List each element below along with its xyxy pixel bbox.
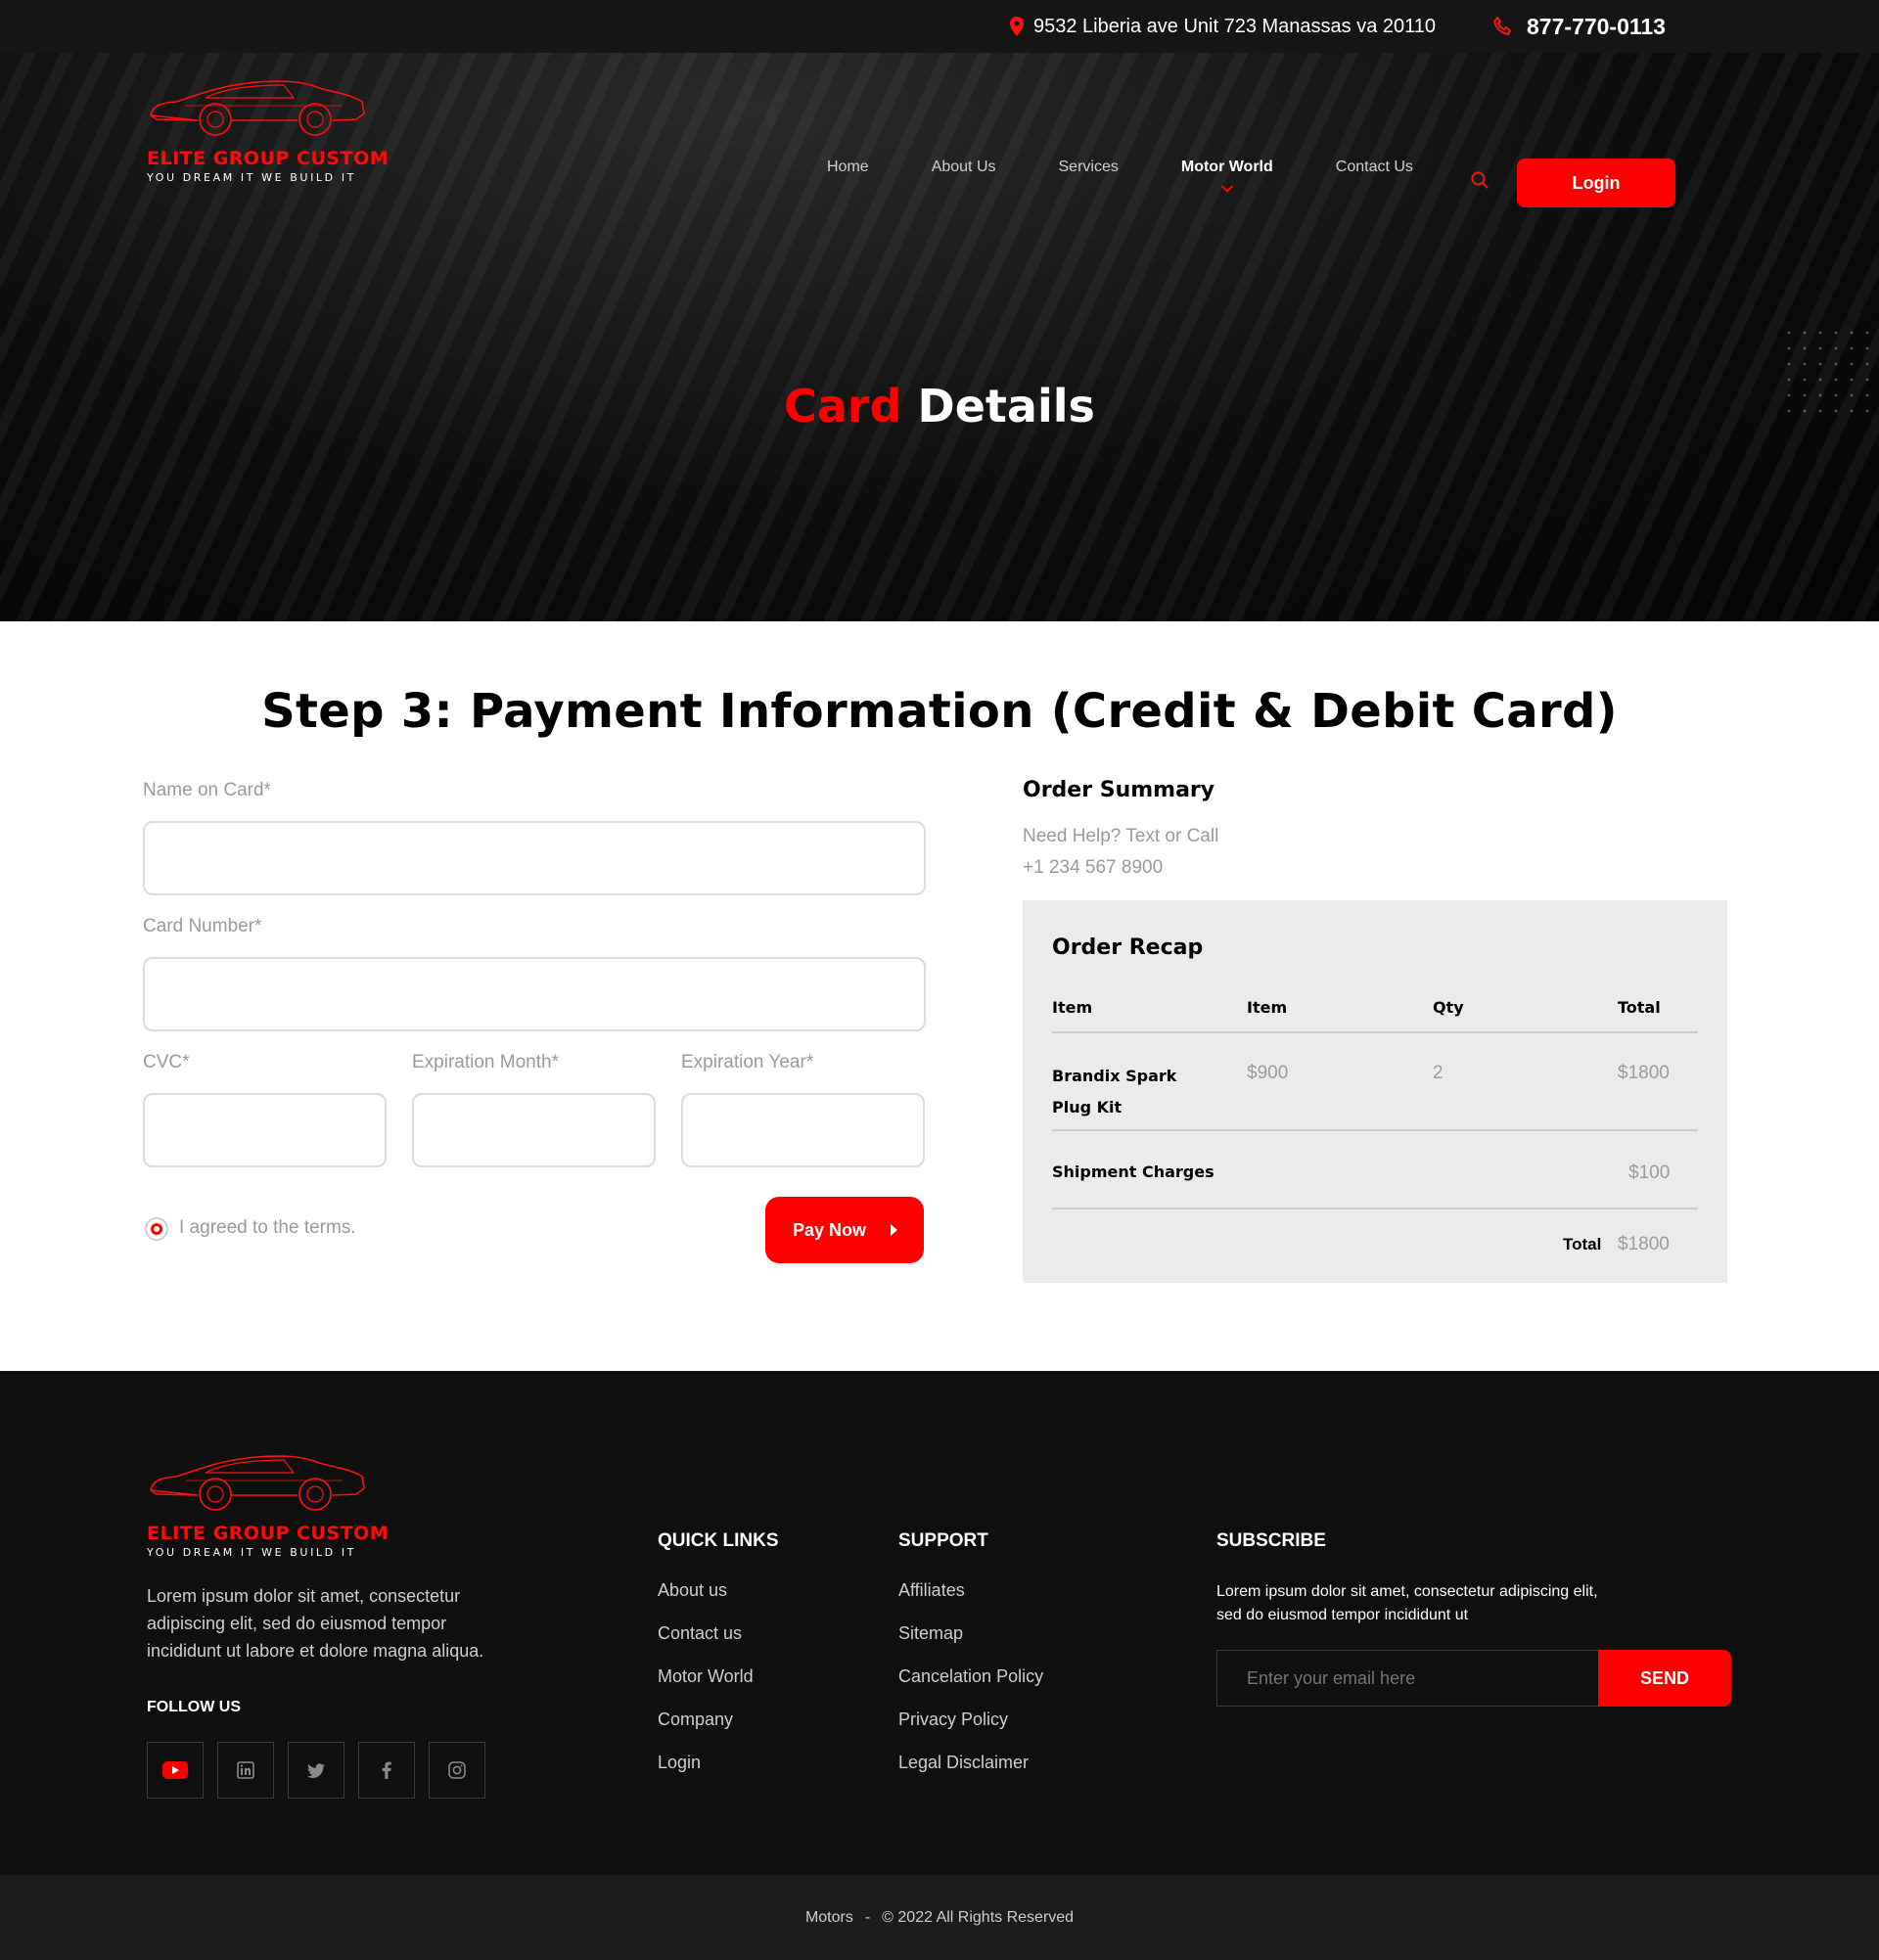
footer-link-sitemap[interactable]: Sitemap <box>898 1623 1043 1666</box>
footer-link-motor-world[interactable]: Motor World <box>658 1666 754 1709</box>
column-header-qty: Qty <box>1433 998 1464 1017</box>
copyright-separator: - <box>864 1908 871 1926</box>
column-header-price: Item <box>1247 998 1288 1017</box>
name-on-card-input[interactable] <box>143 821 926 895</box>
nav-about-us[interactable]: About Us <box>932 159 996 176</box>
footer: ELITE GROUP CUSTOM YOU DREAM IT WE BUILD… <box>0 1371 1879 1875</box>
card-number-input[interactable] <box>143 957 926 1031</box>
expiration-year-label: Expiration Year* <box>681 1052 814 1072</box>
terms-radio[interactable] <box>145 1217 168 1241</box>
caret-right-icon <box>891 1224 897 1236</box>
footer-link-privacy-policy[interactable]: Privacy Policy <box>898 1709 1043 1753</box>
divider <box>1052 1208 1698 1209</box>
instagram-icon[interactable] <box>429 1742 485 1799</box>
divider <box>1052 1129 1698 1131</box>
nav-services[interactable]: Services <box>1059 159 1119 176</box>
shipment-label: Shipment Charges <box>1052 1162 1214 1181</box>
twitter-icon[interactable] <box>288 1742 344 1799</box>
footer-link-affiliates[interactable]: Affiliates <box>898 1580 1043 1623</box>
total-label: Total <box>1563 1235 1602 1253</box>
car-logo-icon <box>150 1455 365 1511</box>
product-name: Brandix Spark Plug Kit <box>1052 1061 1176 1123</box>
product-name-line2: Plug Kit <box>1052 1098 1123 1117</box>
nav-contact-us[interactable]: Contact Us <box>1336 159 1413 176</box>
follow-us-heading: FOLLOW US <box>147 1699 241 1715</box>
page-title-highlight: Card <box>784 380 902 433</box>
send-button[interactable]: SEND <box>1598 1650 1731 1707</box>
order-recap-panel: Order Recap Item Item Qty Total Brandix … <box>1023 900 1727 1283</box>
cvc-label: CVC* <box>143 1052 190 1072</box>
logo-brand-text: ELITE GROUP CUSTOM <box>147 148 390 169</box>
site-logo[interactable]: ELITE GROUP CUSTOM YOU DREAM IT WE BUILD… <box>147 76 390 184</box>
footer-link-login[interactable]: Login <box>658 1753 754 1796</box>
divider <box>1052 1031 1698 1033</box>
linkedin-icon[interactable] <box>217 1742 274 1799</box>
product-price: $900 <box>1247 1063 1289 1083</box>
facebook-icon[interactable] <box>358 1742 415 1799</box>
logo-tagline: YOU DREAM IT WE BUILD IT <box>147 1546 356 1559</box>
terms-label: I agreed to the terms. <box>179 1217 356 1238</box>
address-text: 9532 Liberia ave Unit 723 Manassas va 20… <box>1033 15 1437 37</box>
help-line: Need Help? Text or Call <box>1023 826 1219 846</box>
product-name-line1: Brandix Spark <box>1052 1067 1177 1085</box>
pay-now-label: Pay Now <box>793 1220 867 1240</box>
top-bar: 9532 Liberia ave Unit 723 Manassas va 20… <box>0 0 1879 53</box>
step-title: Step 3: Payment Information (Credit & De… <box>261 684 1618 739</box>
location-pin-icon <box>1010 17 1024 36</box>
subscribe-heading: SUBSCRIBE <box>1216 1530 1326 1551</box>
phone-number[interactable]: 877-770-0113 <box>1527 14 1666 40</box>
youtube-icon[interactable] <box>147 1742 204 1799</box>
name-on-card-label: Name on Card* <box>143 780 271 800</box>
social-links <box>147 1742 485 1799</box>
quick-links-heading: QUICK LINKS <box>658 1530 779 1551</box>
copyright-bar: Motors - © 2022 All Rights Reserved <box>0 1875 1879 1960</box>
footer-link-cancelation-policy[interactable]: Cancelation Policy <box>898 1666 1043 1709</box>
quick-links-list: About us Contact us Motor World Company … <box>658 1580 754 1796</box>
subscribe-description: Lorem ipsum dolor sit amet, consectetur … <box>1216 1583 1598 1623</box>
hero-banner: ELITE GROUP CUSTOM YOU DREAM IT WE BUILD… <box>0 53 1879 621</box>
address-block: 9532 Liberia ave Unit 723 Manassas va 20… <box>1010 0 1436 53</box>
cvc-input[interactable] <box>143 1093 387 1167</box>
shipment-value: $100 <box>1628 1162 1671 1183</box>
page-title-rest: Details <box>917 380 1095 433</box>
expiration-year-input[interactable] <box>681 1093 925 1167</box>
footer-description: Lorem ipsum dolor sit amet, consectetur … <box>147 1586 484 1661</box>
phone-icon <box>1493 17 1513 36</box>
payment-section: Step 3: Payment Information (Credit & De… <box>0 621 1879 1371</box>
order-recap-title: Order Recap <box>1052 935 1204 960</box>
support-heading: SUPPORT <box>898 1530 988 1551</box>
total-value: $1800 <box>1618 1234 1670 1254</box>
product-qty: 2 <box>1433 1063 1444 1083</box>
search-icon[interactable] <box>1471 171 1489 194</box>
card-number-label: Card Number* <box>143 916 262 936</box>
help-phone[interactable]: +1 234 567 8900 <box>1023 852 1218 884</box>
footer-link-contact-us[interactable]: Contact us <box>658 1623 754 1666</box>
help-text: Need Help? Text or Call +1 234 567 8900 <box>1023 821 1218 884</box>
car-logo-icon <box>150 80 365 136</box>
footer-link-about-us[interactable]: About us <box>658 1580 754 1623</box>
expiration-month-label: Expiration Month* <box>412 1052 559 1072</box>
copyright-text: © 2022 All Rights Reserved <box>882 1908 1075 1926</box>
logo-brand-text: ELITE GROUP CUSTOM <box>147 1523 390 1544</box>
phone-block[interactable]: 877-770-0113 <box>1493 0 1666 53</box>
pay-now-button[interactable]: Pay Now <box>765 1197 924 1263</box>
login-button[interactable]: Login <box>1517 159 1675 207</box>
expiration-month-input[interactable] <box>412 1093 656 1167</box>
nav-motor-world[interactable]: Motor World <box>1181 159 1273 176</box>
main-nav: Home About Us Services Motor World Conta… <box>827 159 1476 176</box>
support-links-list: Affiliates Sitemap Cancelation Policy Pr… <box>898 1580 1043 1796</box>
copyright-site: Motors <box>804 1908 853 1926</box>
order-summary-title: Order Summary <box>1023 778 1215 802</box>
logo-tagline: YOU DREAM IT WE BUILD IT <box>147 171 356 184</box>
product-total: $1800 <box>1618 1063 1670 1083</box>
column-header-item: Item <box>1052 998 1093 1017</box>
footer-logo[interactable]: ELITE GROUP CUSTOM YOU DREAM IT WE BUILD… <box>147 1451 390 1559</box>
footer-link-company[interactable]: Company <box>658 1709 754 1753</box>
nav-home[interactable]: Home <box>827 159 869 176</box>
email-field[interactable] <box>1216 1650 1600 1707</box>
footer-link-legal-disclaimer[interactable]: Legal Disclaimer <box>898 1753 1043 1796</box>
column-header-total: Total <box>1618 998 1661 1017</box>
page-title: Card Details <box>0 380 1879 433</box>
